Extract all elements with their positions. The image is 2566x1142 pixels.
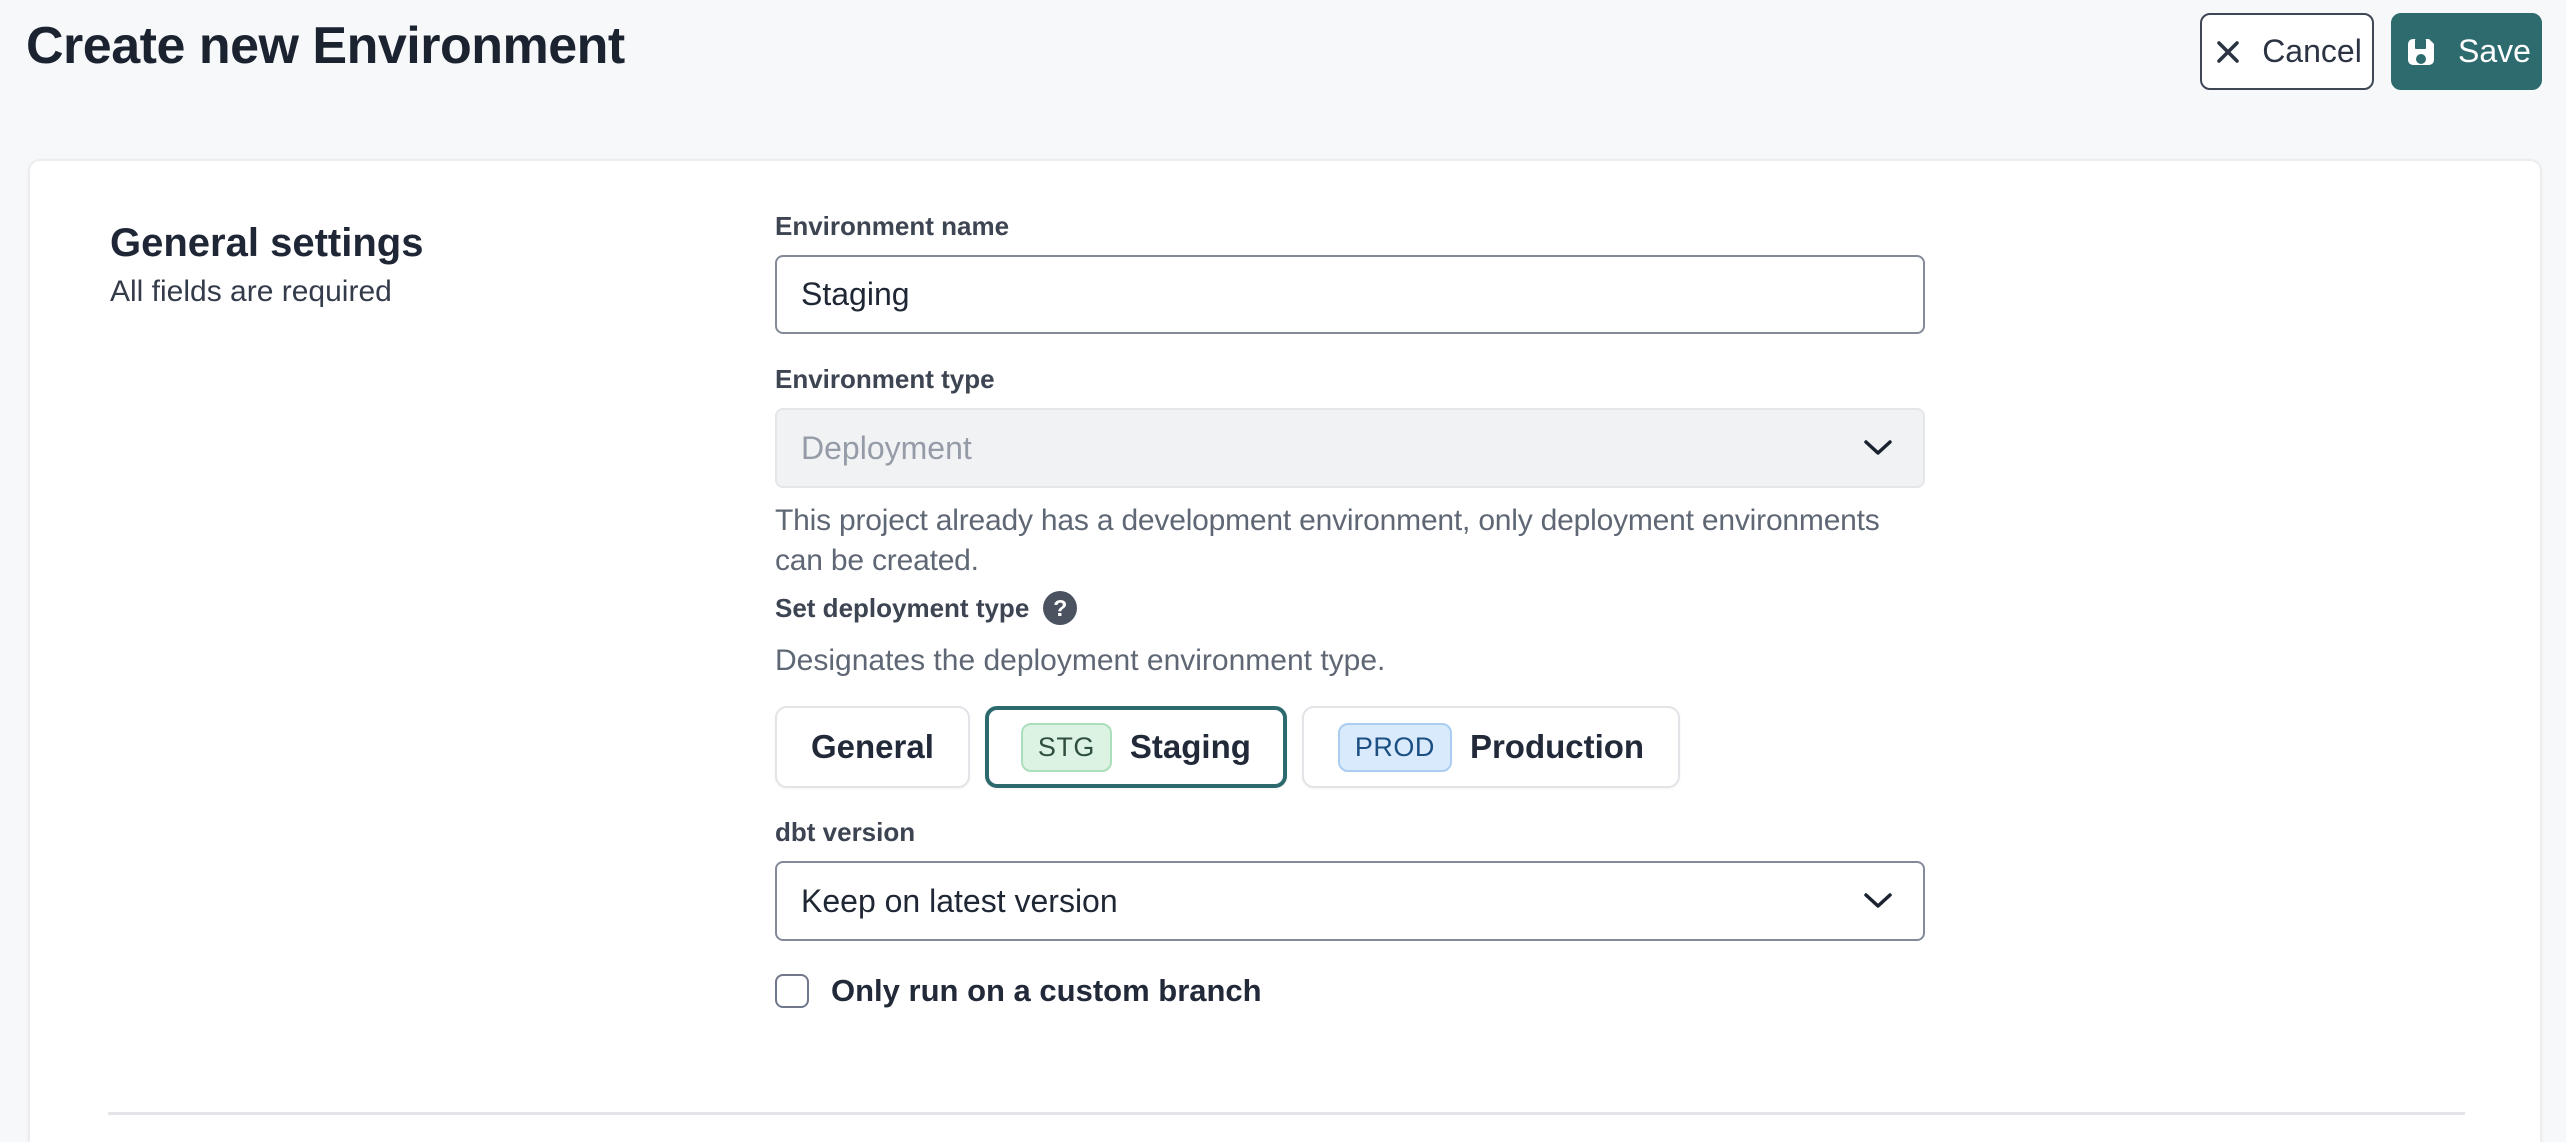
chevron-down-icon (1863, 892, 1893, 910)
environment-type-helper: This project already has a development e… (775, 501, 1935, 581)
type-option-label: Staging (1130, 728, 1251, 766)
stg-badge: STG (1021, 723, 1112, 772)
environment-type-value: Deployment (801, 430, 972, 467)
deployment-type-option-general[interactable]: General (775, 706, 970, 788)
close-icon (2212, 36, 2244, 68)
dbt-version-label: dbt version (775, 817, 915, 848)
section-subtitle: All fields are required (110, 275, 392, 309)
type-option-label: Production (1470, 728, 1644, 766)
save-button-label: Save (2458, 33, 2531, 70)
type-option-label: General (811, 728, 934, 766)
cancel-button[interactable]: Cancel (2200, 13, 2374, 90)
environment-type-select: Deployment (775, 408, 1925, 488)
save-button[interactable]: Save (2391, 13, 2542, 90)
deployment-type-option-staging[interactable]: STG Staging (985, 706, 1287, 788)
section-divider (108, 1112, 2465, 1115)
prod-badge: PROD (1338, 723, 1452, 772)
deployment-type-label-row: Set deployment type ? (775, 591, 1077, 625)
environment-type-label: Environment type (775, 364, 995, 395)
custom-branch-row: Only run on a custom branch (775, 973, 1262, 1009)
create-environment-page: Create new Environment Cancel Save Gener… (0, 0, 2566, 1142)
general-settings-card: General settings All fields are required… (28, 159, 2542, 1142)
cancel-button-label: Cancel (2262, 33, 2362, 70)
deployment-type-option-production[interactable]: PROD Production (1302, 706, 1680, 788)
page-title: Create new Environment (26, 16, 625, 76)
chevron-down-icon (1863, 439, 1893, 457)
deployment-type-label: Set deployment type (775, 593, 1029, 624)
custom-branch-label[interactable]: Only run on a custom branch (831, 973, 1262, 1009)
deployment-type-options: General STG Staging PROD Production (775, 706, 1680, 788)
environment-name-label: Environment name (775, 211, 1009, 242)
deployment-type-description: Designates the deployment environment ty… (775, 644, 1385, 678)
dbt-version-select[interactable]: Keep on latest version (775, 861, 1925, 941)
environment-name-input[interactable] (775, 255, 1925, 334)
help-icon[interactable]: ? (1043, 591, 1077, 625)
custom-branch-checkbox[interactable] (775, 974, 809, 1008)
save-icon (2402, 33, 2440, 71)
section-title: General settings (110, 221, 423, 266)
dbt-version-value: Keep on latest version (801, 883, 1118, 920)
